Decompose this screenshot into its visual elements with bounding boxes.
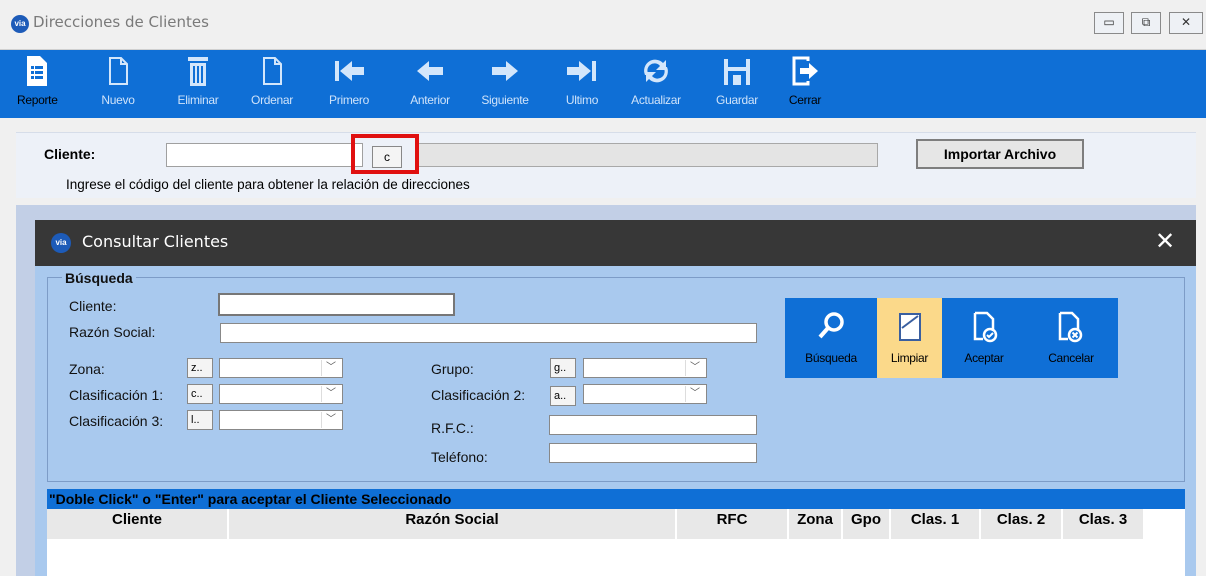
eliminar-label: Eliminar	[177, 93, 219, 107]
magnifier-icon	[818, 312, 844, 339]
aceptar-button[interactable]: Aceptar	[954, 298, 1014, 378]
siguiente-button[interactable]: Siguiente	[470, 50, 540, 118]
trash-icon	[188, 57, 208, 86]
cancel-document-icon	[1058, 311, 1083, 343]
primero-label: Primero	[329, 93, 369, 107]
chevron-down-icon: ﹀	[685, 386, 704, 402]
anterior-label: Anterior	[410, 93, 450, 107]
actualizar-label: Actualizar	[631, 93, 681, 107]
anterior-button[interactable]: Anterior	[398, 50, 462, 118]
zona-dropdown[interactable]: ﹀	[219, 358, 343, 378]
grid-hint: "Doble Click" o "Enter" para aceptar el …	[47, 489, 1185, 509]
last-arrow-icon	[567, 61, 596, 81]
cerrar-label: Cerrar	[788, 93, 822, 107]
new-document-icon	[109, 57, 128, 85]
column-cliente[interactable]: Cliente	[47, 509, 227, 539]
column-clas-3[interactable]: Clas. 3	[1063, 509, 1143, 539]
limpiar-label: Limpiar	[890, 351, 929, 365]
dialog-logo-icon: via	[51, 233, 71, 253]
column-gpo[interactable]: Gpo	[843, 509, 889, 539]
clasificacion-3-dropdown[interactable]: ﹀	[219, 410, 343, 430]
ordenar-label: Ordenar	[251, 93, 293, 107]
cliente-label: Cliente:	[44, 146, 96, 162]
accept-document-icon	[973, 311, 998, 343]
cliente-search-label: Cliente:	[69, 298, 117, 314]
reporte-label: Reporte	[17, 93, 58, 107]
ultimo-button[interactable]: Ultimo	[554, 50, 610, 118]
chevron-down-icon: ﹀	[321, 412, 340, 428]
maximize-button[interactable]: ⧉	[1131, 12, 1161, 34]
grupo-prefix-button[interactable]: g..	[550, 358, 576, 378]
chevron-down-icon: ﹀	[685, 360, 704, 376]
window-title: Direcciones de Clientes	[33, 13, 209, 31]
busqueda-button[interactable]: Búsqueda	[791, 298, 871, 378]
clasificacion-1-label: Clasificación 1:	[69, 387, 164, 403]
grupo-label: Grupo:	[431, 361, 474, 377]
minimize-button[interactable]: ▭	[1094, 12, 1124, 34]
nuevo-button[interactable]: Nuevo	[98, 50, 138, 118]
clasificacion-3-label: Clasificación 3:	[69, 413, 164, 429]
sort-document-icon	[263, 57, 282, 85]
busqueda-label: Búsqueda	[805, 351, 857, 365]
refresh-icon	[644, 59, 668, 83]
nuevo-label: Nuevo	[101, 93, 135, 107]
chevron-down-icon: ﹀	[321, 386, 340, 402]
previous-arrow-icon	[417, 61, 443, 81]
form-hint: Ingrese el código del cliente para obten…	[66, 177, 470, 192]
column-clas-2[interactable]: Clas. 2	[981, 509, 1061, 539]
first-arrow-icon	[335, 61, 364, 81]
eraser-icon	[899, 313, 921, 341]
grupo-dropdown[interactable]: ﹀	[583, 358, 707, 378]
cerrar-button[interactable]: Cerrar	[780, 50, 830, 118]
clasificacion-2-dropdown[interactable]: ﹀	[583, 384, 707, 404]
clasificacion-1-dropdown[interactable]: ﹀	[219, 384, 343, 404]
search-group-label: Búsqueda	[62, 270, 136, 286]
grid-column-headers: Cliente Razón Social RFC Zona Gpo Clas. …	[47, 509, 1185, 539]
chevron-down-icon: ﹀	[321, 360, 340, 376]
zona-label: Zona:	[69, 361, 105, 377]
telefono-input[interactable]	[549, 443, 757, 463]
cancelar-button[interactable]: Cancelar	[1034, 298, 1108, 378]
rfc-label: R.F.C.:	[431, 420, 474, 436]
siguiente-label: Siguiente	[481, 93, 529, 107]
next-arrow-icon	[492, 61, 518, 81]
cliente-code-input[interactable]	[166, 143, 363, 167]
limpiar-button[interactable]: Limpiar	[877, 298, 942, 378]
close-window-button[interactable]: ✕	[1169, 12, 1203, 34]
actualizar-button[interactable]: Actualizar	[618, 50, 694, 118]
clasificacion-2-label: Clasificación 2:	[431, 387, 526, 403]
report-icon	[27, 56, 47, 86]
ultimo-label: Ultimo	[565, 93, 599, 107]
column-razon-social[interactable]: Razón Social	[229, 509, 675, 539]
exit-icon	[792, 56, 818, 86]
rfc-input[interactable]	[549, 415, 757, 435]
clasificacion-2-prefix-button[interactable]: a..	[550, 386, 576, 406]
save-icon	[724, 59, 750, 85]
app-logo-icon: via	[11, 15, 29, 33]
razon-social-input[interactable]	[220, 323, 757, 343]
results-grid[interactable]	[47, 539, 1185, 576]
eliminar-button[interactable]: Eliminar	[168, 50, 228, 118]
reporte-button[interactable]: Reporte	[17, 50, 58, 118]
primero-button[interactable]: Primero	[318, 50, 380, 118]
cancelar-label: Cancelar	[1048, 351, 1094, 365]
client-name-field	[418, 143, 878, 167]
import-file-button[interactable]: Importar Archivo	[916, 139, 1084, 169]
dialog-title: Consultar Clientes	[82, 232, 229, 251]
guardar-button[interactable]: Guardar	[704, 50, 770, 118]
highlight-box	[351, 134, 419, 174]
clasificacion-3-prefix-button[interactable]: l..	[187, 410, 213, 430]
cliente-search-input[interactable]	[218, 293, 455, 316]
ordenar-button[interactable]: Ordenar	[242, 50, 302, 118]
telefono-label: Teléfono:	[431, 449, 488, 465]
aceptar-label: Aceptar	[964, 351, 1004, 365]
column-rfc[interactable]: RFC	[677, 509, 787, 539]
guardar-label: Guardar	[716, 93, 758, 107]
clasificacion-1-prefix-button[interactable]: c..	[187, 384, 213, 404]
zona-prefix-button[interactable]: z..	[187, 358, 213, 378]
column-zona[interactable]: Zona	[789, 509, 841, 539]
dialog-close-icon[interactable]: ✕	[1155, 228, 1175, 256]
column-clas-1[interactable]: Clas. 1	[891, 509, 979, 539]
razon-social-label: Razón Social:	[69, 324, 156, 340]
